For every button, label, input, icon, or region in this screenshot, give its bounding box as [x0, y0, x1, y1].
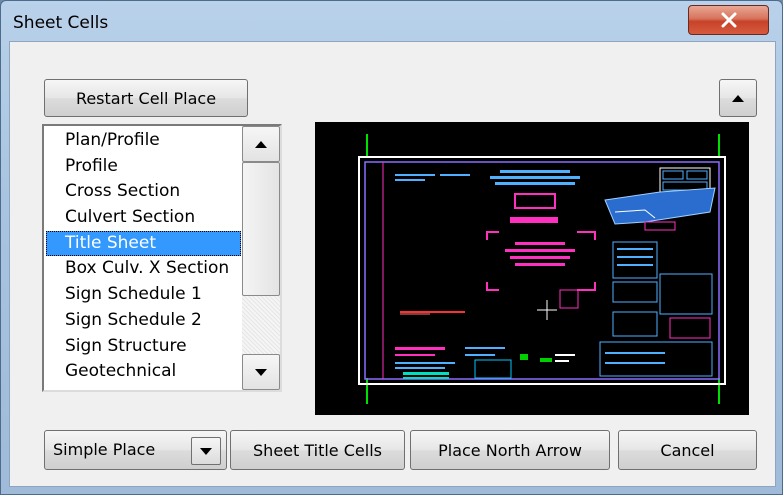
- title-bar[interactable]: Sheet Cells: [1, 1, 782, 41]
- place-mode-dropdown[interactable]: Simple Place: [44, 430, 227, 470]
- arrow-down-icon: [255, 368, 267, 376]
- list-item[interactable]: Geotechnical: [46, 359, 241, 385]
- restart-cell-place-button[interactable]: Restart Cell Place: [44, 79, 248, 117]
- list-item[interactable]: Plan/Profile: [46, 128, 241, 154]
- collapse-button[interactable]: [719, 79, 757, 117]
- triangle-up-icon: [732, 94, 744, 102]
- list-item[interactable]: Culvert Section: [46, 205, 241, 231]
- cell-preview: [315, 122, 749, 415]
- scroll-up-button[interactable]: [242, 126, 280, 162]
- scroll-down-button[interactable]: [242, 354, 280, 390]
- sheet-title-cells-button[interactable]: Sheet Title Cells: [230, 430, 405, 470]
- list-item[interactable]: Cross Section: [46, 179, 241, 205]
- close-x-icon: [721, 12, 736, 28]
- list-item[interactable]: Box Culv. X Section: [46, 256, 241, 282]
- dialog-body: Restart Cell Place Plan/Profile Profile …: [9, 41, 776, 487]
- chevron-down-icon: [200, 447, 212, 455]
- scrollbar-thumb[interactable]: [242, 162, 280, 296]
- list-item[interactable]: Profile: [46, 154, 241, 180]
- list-scrollbar[interactable]: [242, 126, 280, 390]
- cancel-button[interactable]: Cancel: [618, 430, 757, 470]
- window-title: Sheet Cells: [13, 13, 109, 33]
- list-item[interactable]: Sign Structure: [46, 334, 241, 360]
- title-sheet-preview-drawing: [358, 134, 726, 404]
- cell-list: Plan/Profile Profile Cross Section Culve…: [46, 128, 241, 385]
- close-button[interactable]: [688, 5, 769, 35]
- cell-listbox[interactable]: Plan/Profile Profile Cross Section Culve…: [42, 124, 282, 392]
- place-mode-value: Simple Place: [53, 440, 156, 459]
- arrow-up-icon: [255, 140, 267, 148]
- list-item[interactable]: Sign Schedule 1: [46, 282, 241, 308]
- sheet-cells-window: Sheet Cells Restart Cell Place Plan/Prof…: [0, 0, 783, 495]
- list-item-selected[interactable]: Title Sheet: [46, 230, 241, 257]
- list-item[interactable]: Sign Schedule 2: [46, 308, 241, 334]
- place-north-arrow-button[interactable]: Place North Arrow: [410, 430, 610, 470]
- place-mode-dropdown-button[interactable]: [191, 437, 221, 465]
